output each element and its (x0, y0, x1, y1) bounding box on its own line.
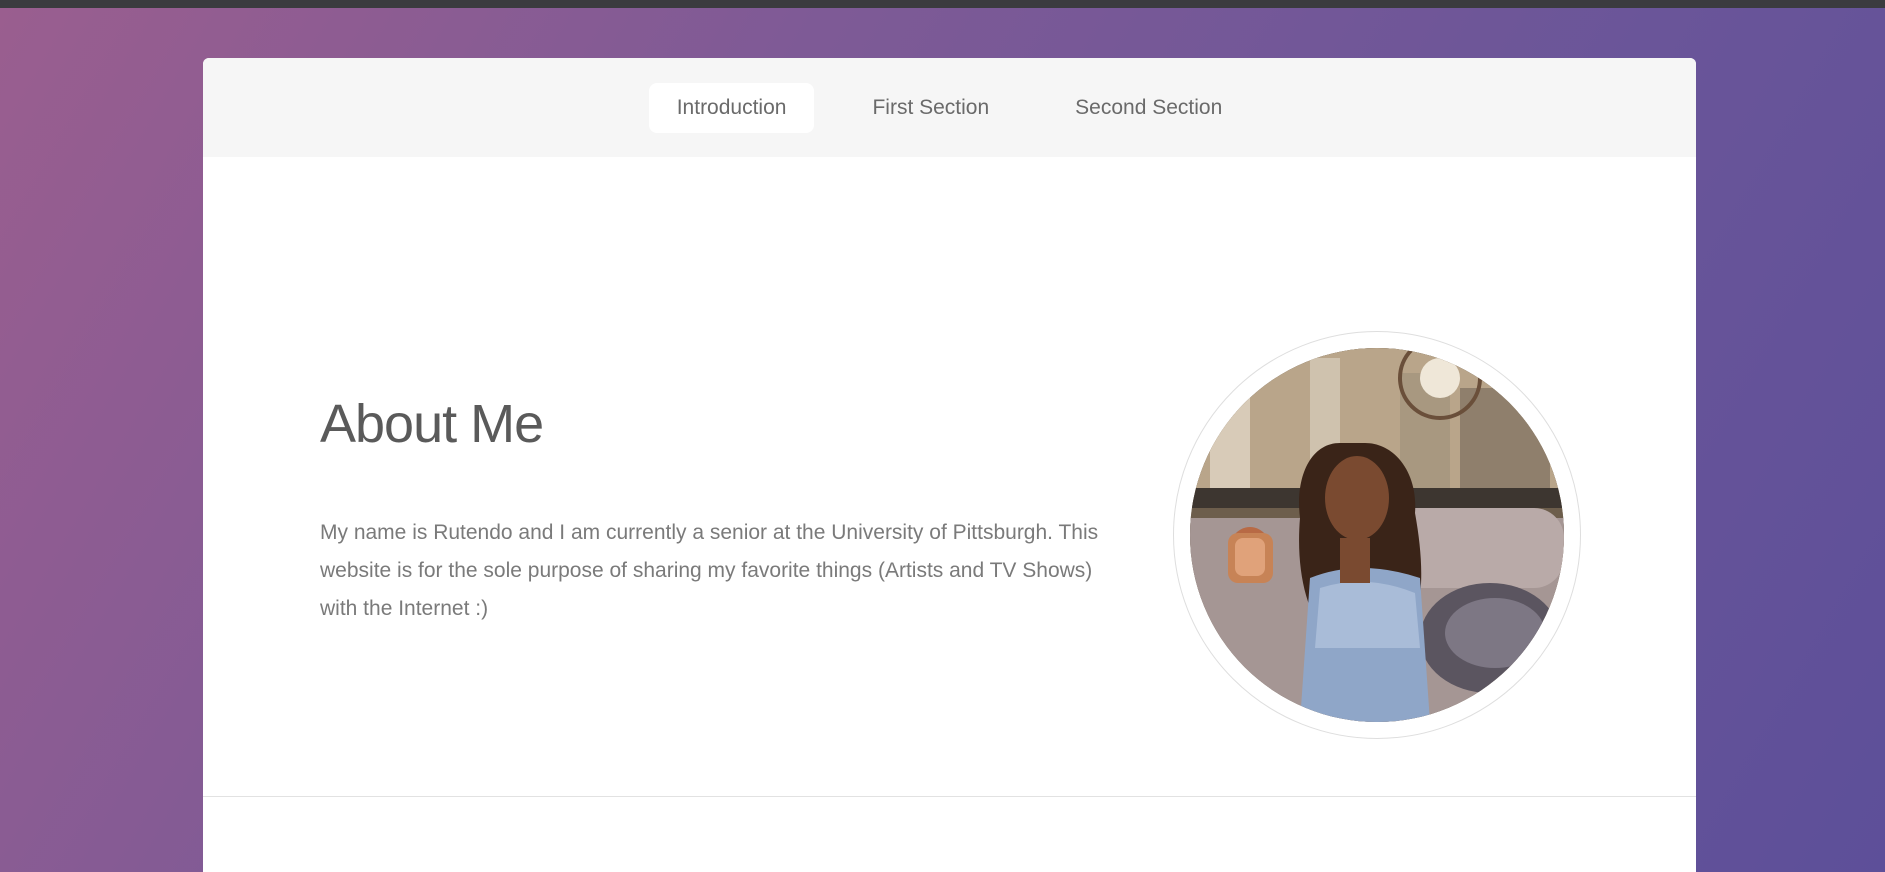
content-card: Introduction First Section Second Sectio… (203, 58, 1696, 872)
bio-text: My name is Rutendo and I am currently a … (320, 521, 1099, 620)
section-divider (203, 796, 1696, 797)
page-title: About Me (320, 394, 544, 454)
intro-section: About Me My name is Rutendo and I am cur… (203, 157, 1696, 797)
section-nav: Introduction First Section Second Sectio… (203, 58, 1696, 157)
profile-photo (1190, 348, 1564, 722)
browser-top-strip (0, 0, 1885, 8)
nav-item-introduction[interactable]: Introduction (648, 82, 815, 133)
nav-item-second-section[interactable]: Second Section (1047, 83, 1250, 133)
nav-item-first-section[interactable]: First Section (844, 83, 1017, 133)
profile-photo-frame (1173, 331, 1581, 739)
profile-photo-illustration (1190, 348, 1564, 722)
